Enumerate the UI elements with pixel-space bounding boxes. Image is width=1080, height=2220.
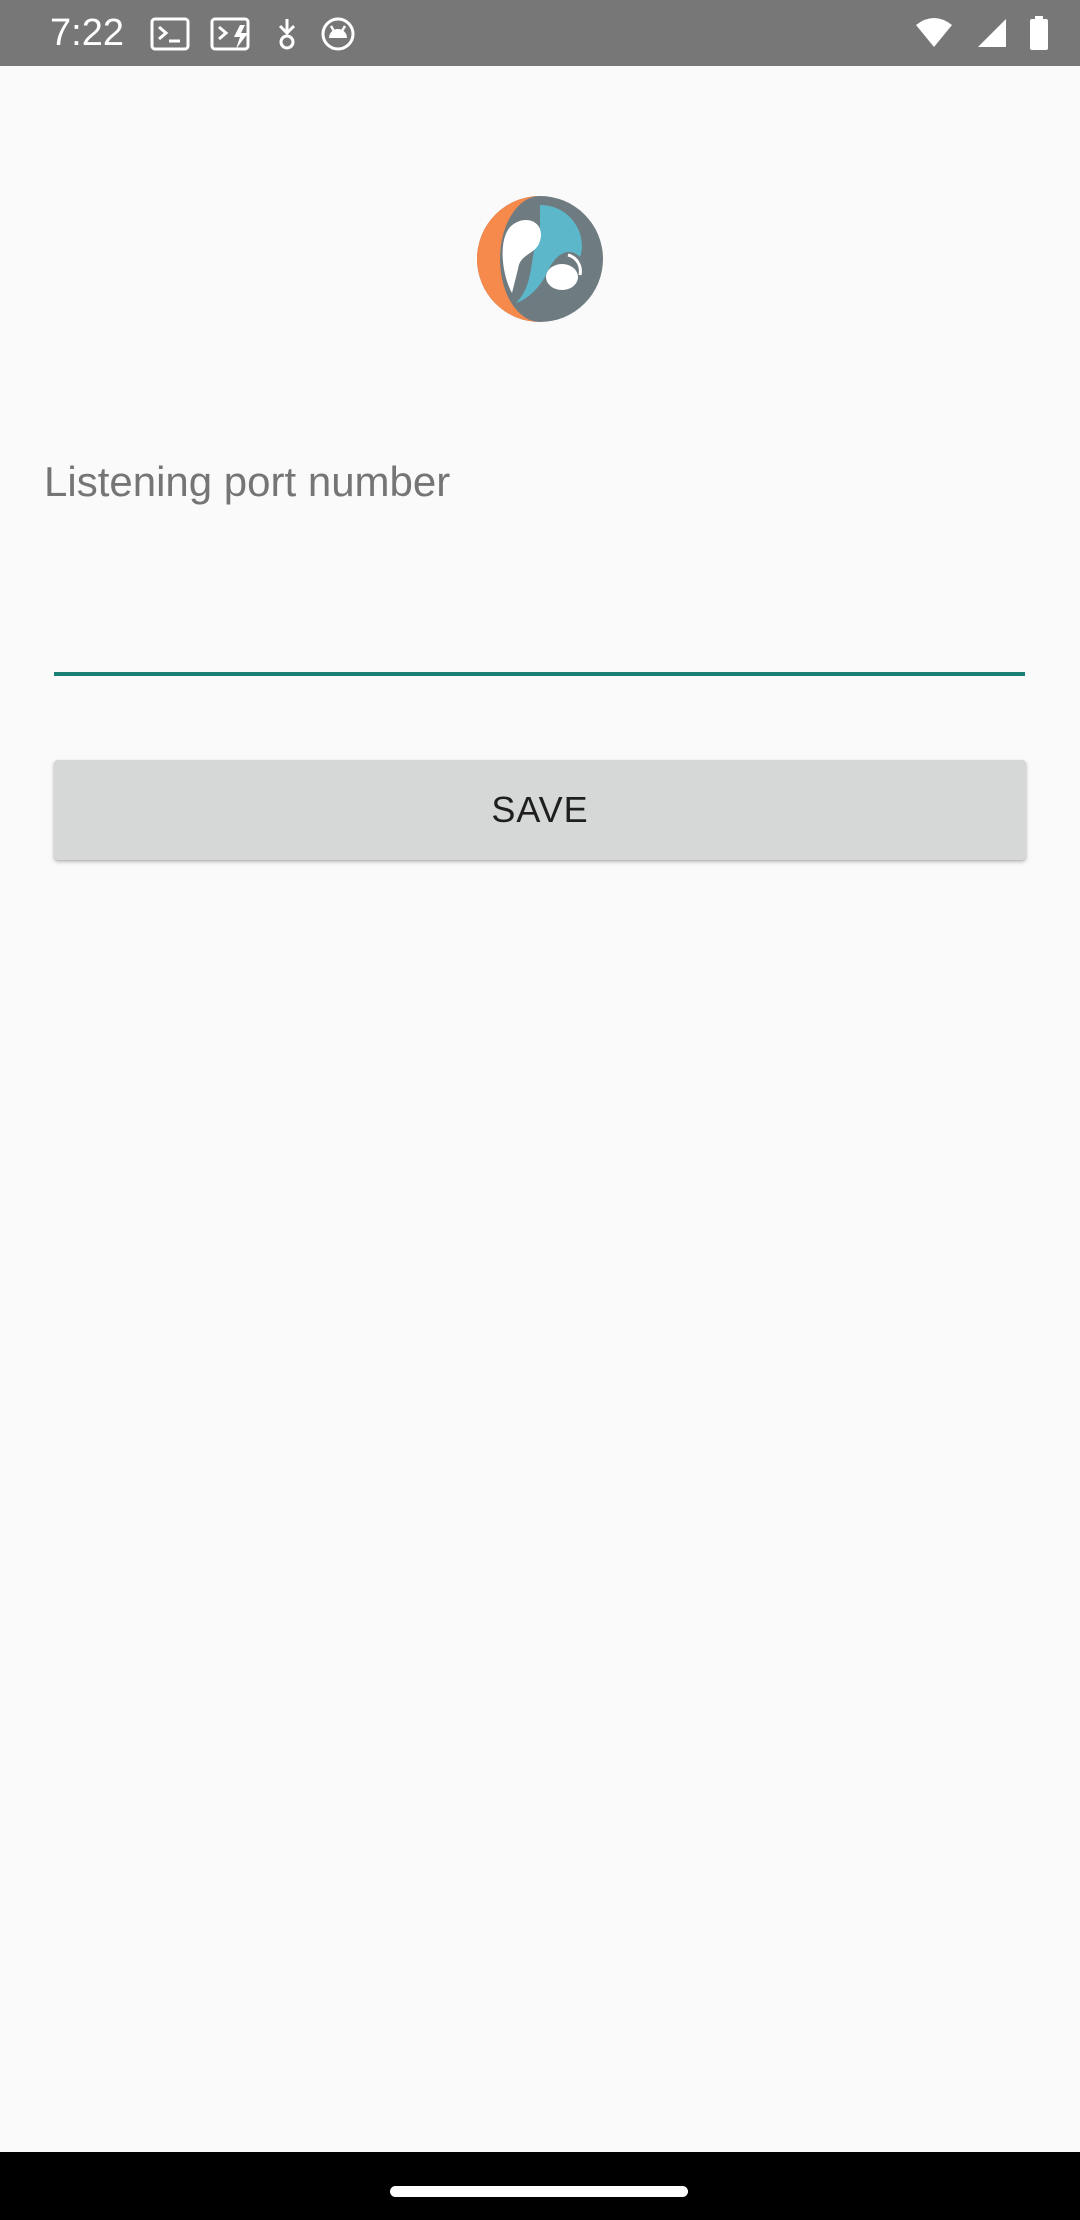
status-time: 7:22 — [50, 12, 124, 54]
screen: 7:22 Listening port number SAVE — [0, 0, 1080, 2220]
port-label: Listening port number — [44, 458, 451, 505]
download-icon — [274, 17, 300, 51]
battery-icon — [1028, 15, 1050, 51]
navigation-bar — [0, 2152, 1080, 2220]
terminal-icon — [150, 17, 190, 51]
app-logo — [476, 195, 604, 323]
port-number-input[interactable] — [54, 580, 1025, 676]
notification-icons — [150, 14, 356, 54]
system-icons — [914, 12, 1050, 54]
terminal-bolt-icon — [210, 17, 254, 51]
home-gesture-handle[interactable] — [390, 2186, 688, 2197]
wifi-icon — [914, 17, 954, 49]
status-bar: 7:22 — [0, 0, 1080, 66]
signal-icon — [974, 17, 1008, 49]
save-button[interactable]: SAVE — [54, 760, 1026, 860]
android-icon — [320, 16, 356, 52]
